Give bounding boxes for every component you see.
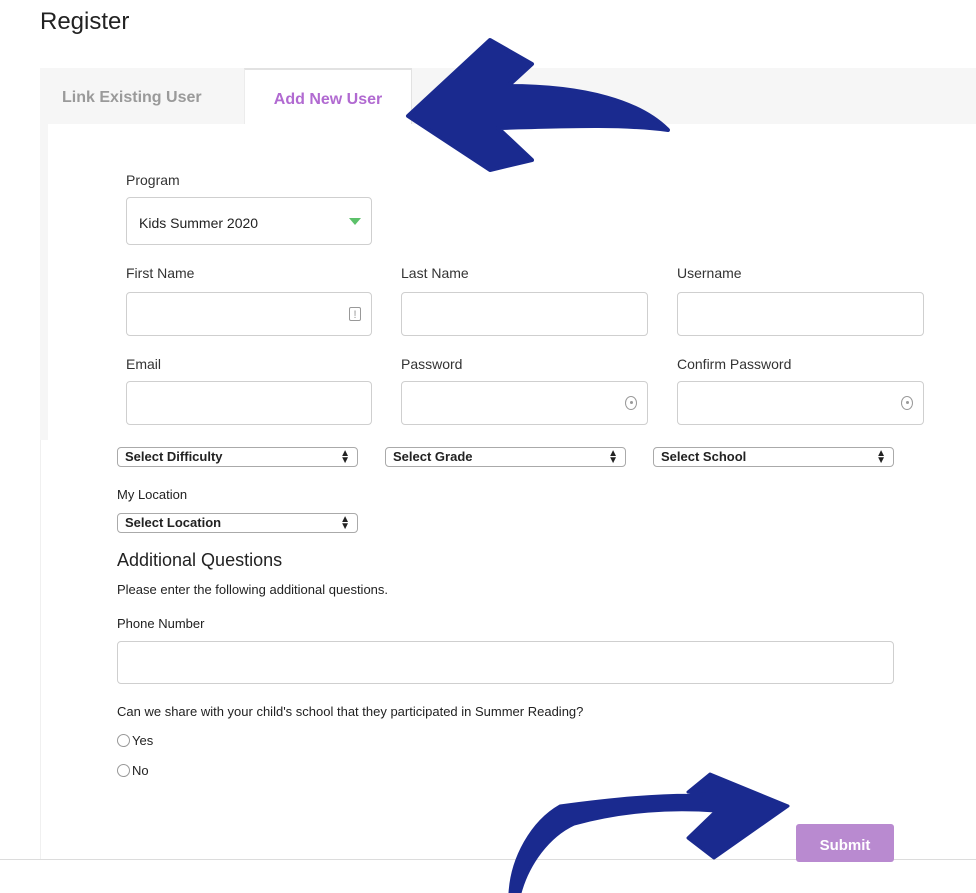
email-field[interactable] (126, 381, 372, 425)
difficulty-select[interactable]: Select Difficulty ▲ ▼ (117, 447, 358, 467)
grade-select-value: Select Grade (393, 449, 473, 464)
dropdown-triangle-icon (349, 218, 361, 225)
program-label: Program (126, 172, 180, 188)
radio-no[interactable] (117, 764, 130, 777)
tab-link-existing-user[interactable]: Link Existing User (62, 68, 262, 124)
annotation-arrow-to-submit-icon (508, 772, 790, 893)
location-select[interactable]: Select Location ▲ ▼ (117, 513, 358, 533)
updown-arrows-icon: ▲ ▼ (876, 448, 886, 466)
last-name-label: Last Name (401, 265, 469, 281)
additional-questions-title: Additional Questions (117, 550, 283, 570)
radio-no-option[interactable]: No (117, 763, 149, 778)
grade-select[interactable]: Select Grade ▲ ▼ (385, 447, 626, 467)
difficulty-select-value: Select Difficulty (125, 449, 223, 464)
first-name-field[interactable]: ! (126, 292, 372, 336)
school-select-value: Select School (661, 449, 747, 464)
confirm-password-field[interactable] (677, 381, 924, 425)
password-label: Password (401, 356, 463, 372)
location-label: My Location (117, 487, 188, 502)
radio-yes-option[interactable]: Yes (117, 733, 153, 748)
program-select-value: Kids Summer 2020 (139, 215, 259, 231)
eye-icon[interactable] (901, 396, 913, 410)
radio-yes[interactable] (117, 734, 130, 747)
last-name-field[interactable] (401, 292, 648, 336)
password-field[interactable] (401, 381, 648, 425)
additional-questions-description: Please enter the following additional qu… (117, 582, 389, 597)
location-select-value: Select Location (125, 515, 222, 530)
username-field[interactable] (677, 292, 924, 336)
radio-yes-label: Yes (132, 733, 154, 748)
key-icon[interactable]: ! (349, 307, 361, 321)
submit-button[interactable]: Submit (796, 824, 894, 862)
username-label: Username (677, 265, 742, 281)
phone-label: Phone Number (117, 616, 205, 631)
updown-arrows-icon: ▲ ▼ (340, 448, 350, 466)
panel-border (40, 440, 41, 859)
first-name-label: First Name (126, 265, 195, 281)
tab-add-new-user[interactable]: Add New User (244, 68, 412, 124)
eye-icon[interactable] (625, 396, 637, 410)
phone-number-field[interactable] (117, 641, 894, 684)
school-select[interactable]: Select School ▲ ▼ (653, 447, 894, 467)
page-title: Register (40, 8, 130, 35)
share-question: Can we share with your child's school th… (117, 704, 584, 719)
radio-no-label: No (132, 763, 149, 778)
email-label: Email (126, 356, 162, 372)
updown-arrows-icon: ▲ ▼ (340, 514, 350, 532)
program-select[interactable]: Kids Summer 2020 (126, 197, 372, 245)
updown-arrows-icon: ▲ ▼ (608, 448, 618, 466)
confirm-password-label: Confirm Password (677, 356, 792, 372)
